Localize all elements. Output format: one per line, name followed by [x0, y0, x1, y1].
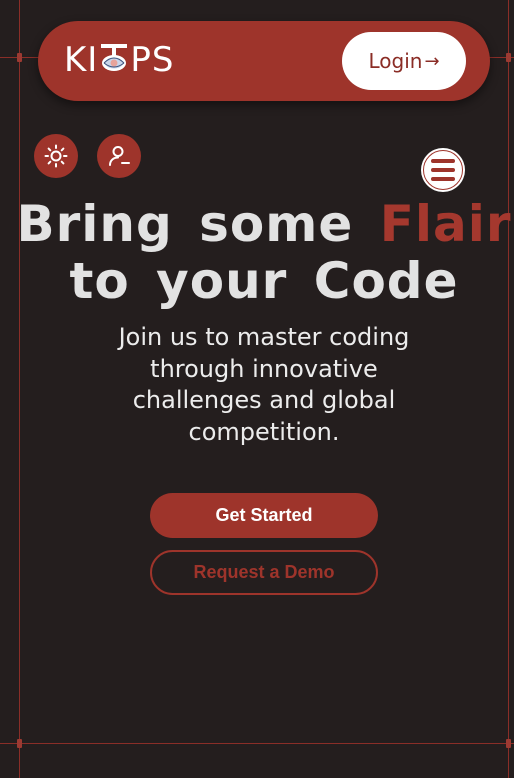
frame-marker — [17, 739, 22, 748]
top-navbar: KI PS Login → — [38, 21, 490, 101]
hero-title-accent: Flair — [379, 195, 512, 253]
hero-title-line2: to your Code — [69, 252, 459, 310]
user-icon — [109, 146, 130, 166]
logo-emblem-icon — [99, 44, 129, 75]
frame-guide-bottom — [0, 743, 514, 744]
frame-marker — [506, 53, 511, 62]
hero-title-prefix: Bring some — [16, 195, 354, 253]
login-button-label: Login — [368, 49, 423, 73]
get-started-label: Get Started — [215, 505, 313, 525]
hero-subtitle: Join us to master coding through innovat… — [118, 323, 410, 446]
request-demo-button[interactable]: Request a Demo — [150, 550, 378, 595]
frame-marker — [506, 739, 511, 748]
logo-text-left: KI — [64, 40, 99, 80]
hero-title: Bring some Flair to your Code — [0, 196, 514, 310]
request-demo-label: Request a Demo — [193, 562, 335, 582]
logo-text-right: PS — [130, 40, 175, 80]
profile-button[interactable] — [97, 134, 141, 178]
theme-toggle-button[interactable] — [34, 134, 78, 178]
hamburger-icon — [423, 150, 463, 190]
get-started-button[interactable]: Get Started — [150, 493, 378, 538]
brand-logo[interactable]: KI PS — [64, 38, 174, 82]
arrow-right-icon: → — [424, 50, 440, 72]
frame-marker — [17, 53, 22, 62]
hero-title-line1: Bring some Flair — [0, 196, 514, 253]
login-button[interactable]: Login → — [342, 32, 466, 90]
frame-guide-left — [19, 0, 20, 778]
menu-button[interactable] — [421, 148, 465, 192]
frame-guide-right — [508, 0, 509, 778]
sun-icon — [44, 144, 68, 168]
